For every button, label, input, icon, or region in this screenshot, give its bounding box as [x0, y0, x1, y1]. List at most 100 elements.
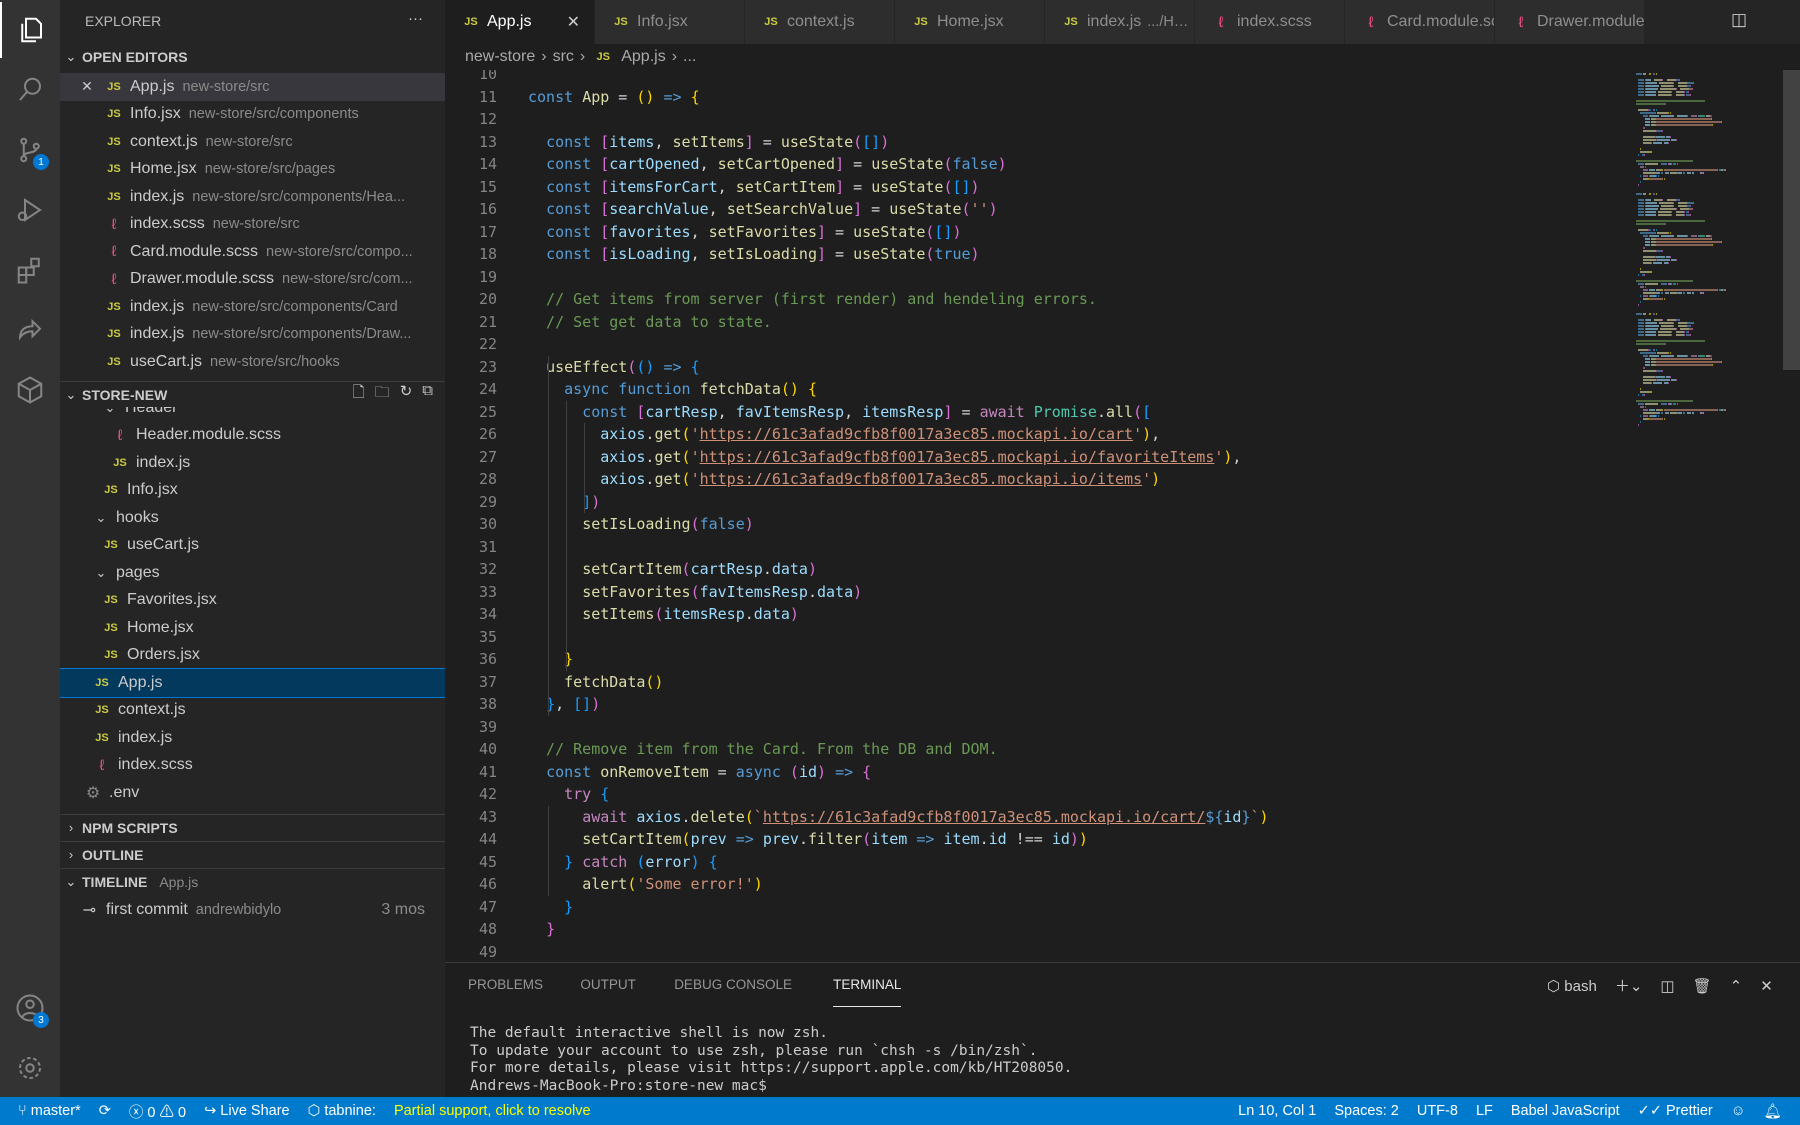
tree-file[interactable]: JS Info.jsx: [60, 477, 445, 505]
open-editor-item[interactable]: ℓ Card.module.scss new-store/src/compo...: [60, 238, 445, 266]
feedback-icon[interactable]: ☺: [1722, 1103, 1755, 1119]
tab-app-js[interactable]: JS App.js ✕: [445, 0, 595, 44]
live-share-status[interactable]: ↪ Live Share: [195, 1103, 299, 1119]
remote-explorer-icon[interactable]: [0, 362, 60, 418]
end-of-line[interactable]: LF: [1467, 1103, 1502, 1119]
cursor-position[interactable]: Ln 10, Col 1: [1229, 1103, 1325, 1119]
npm-scripts-header[interactable]: › NPM SCRIPTS: [60, 814, 445, 840]
close-icon[interactable]: ✕: [72, 78, 102, 95]
tree-folder[interactable]: ⌄ Header: [60, 407, 445, 422]
code-line[interactable]: setItems(itemsResp.data): [528, 603, 799, 626]
code-line[interactable]: alert('Some error!'): [528, 873, 763, 896]
code-line[interactable]: const [searchValue, setSearchValue] = us…: [528, 198, 998, 221]
code-line[interactable]: // Remove item from the Card. From the D…: [528, 738, 998, 761]
code-line[interactable]: // Set get data to state.: [528, 311, 772, 334]
tree-file[interactable]: JS Home.jsx: [60, 614, 445, 642]
live-share-icon[interactable]: [0, 302, 60, 358]
tab-index-scss[interactable]: ℓ index.scss: [1195, 0, 1345, 44]
breadcrumb-item[interactable]: new-store: [465, 48, 535, 66]
split-editor-icon[interactable]: ◫: [1731, 10, 1747, 40]
code-line[interactable]: }, []): [528, 693, 600, 716]
minimap[interactable]: [1636, 70, 1782, 426]
code-line[interactable]: setFavorites(favItemsResp.data): [528, 581, 862, 604]
code-line[interactable]: }: [528, 918, 555, 941]
code-line[interactable]: const onRemoveItem = async (id) => {: [528, 761, 871, 784]
close-tab-icon[interactable]: ✕: [567, 12, 580, 32]
extensions-icon[interactable]: [0, 242, 60, 298]
terminal-shell-selector[interactable]: ⬡ bash: [1547, 977, 1597, 995]
code-editor[interactable]: 10 11 const App = () => {12 13 const [items…: [445, 70, 1635, 960]
maximize-panel-icon[interactable]: ⌃: [1730, 977, 1743, 995]
code-line[interactable]: const App = () => {: [528, 86, 700, 109]
open-editor-item[interactable]: JS index.js new-store/src/components/Draw.…: [60, 321, 445, 349]
explorer-icon[interactable]: [0, 2, 60, 58]
code-line[interactable]: const [items, setItems] = useState([]): [528, 131, 889, 154]
code-line[interactable]: }: [528, 896, 573, 919]
tree-file[interactable]: ⚙ .env: [60, 779, 445, 807]
tab-drawer-module-scss[interactable]: ℓ Drawer.module.scss: [1495, 0, 1645, 44]
new-terminal-icon[interactable]: ＋⌄: [1615, 975, 1643, 996]
tree-file[interactable]: JS Favorites.jsx: [60, 587, 445, 615]
tree-file[interactable]: ℓ Header.module.scss: [60, 422, 445, 450]
code-line[interactable]: } catch (error) {: [528, 851, 718, 874]
code-line[interactable]: const [itemsForCart, setCartItem] = useS…: [528, 176, 980, 199]
notifications-icon[interactable]: 🔔︎: [1755, 1103, 1800, 1120]
open-editor-item[interactable]: JS context.js new-store/src: [60, 128, 445, 156]
panel-tab-problems[interactable]: PROBLEMS: [468, 977, 543, 1007]
prettier-status[interactable]: ✓✓ Prettier: [1629, 1103, 1722, 1119]
open-editor-item[interactable]: ✕ JS App.js new-store/src: [60, 73, 445, 101]
code-line[interactable]: ]): [528, 491, 600, 514]
code-line[interactable]: setIsLoading(false): [528, 513, 754, 536]
tree-file[interactable]: JS index.js: [60, 724, 445, 752]
code-line[interactable]: try {: [528, 783, 609, 806]
outline-header[interactable]: › OUTLINE: [60, 841, 445, 867]
code-line[interactable]: axios.get('https://61c3afad9cfb8f0017a3e…: [528, 423, 1160, 446]
open-editors-header[interactable]: ⌄ OPEN EDITORS: [60, 44, 445, 70]
project-header[interactable]: ⌄ STORE-NEW 🗋 🗀 ↻ ⧉: [60, 381, 445, 407]
code-line[interactable]: setCartItem(prev => prev.filter(item => …: [528, 828, 1088, 851]
code-line[interactable]: useEffect(() => {: [528, 356, 700, 379]
run-debug-icon[interactable]: [0, 182, 60, 238]
language-mode[interactable]: Babel JavaScript: [1502, 1103, 1629, 1119]
panel-tab-terminal[interactable]: TERMINAL: [833, 977, 902, 1007]
tree-file[interactable]: JS context.js: [60, 697, 445, 725]
tab-card-module-scss[interactable]: ℓ Card.module.scss: [1345, 0, 1495, 44]
code-line[interactable]: const [isLoading, setIsLoading] = useSta…: [528, 243, 980, 266]
code-line[interactable]: // Get items from server (first render) …: [528, 288, 1097, 311]
breadcrumb-item[interactable]: src: [553, 48, 574, 66]
tab-home-jsx[interactable]: JS Home.jsx: [895, 0, 1045, 44]
indentation[interactable]: Spaces: 2: [1325, 1103, 1408, 1119]
panel-tab-debug-console[interactable]: DEBUG CONSOLE: [674, 977, 792, 1007]
code-line[interactable]: async function fetchData() {: [528, 378, 817, 401]
tree-file[interactable]: JS index.js: [60, 449, 445, 477]
code-line[interactable]: const [cartOpened, setCartOpened] = useS…: [528, 153, 1007, 176]
open-editor-item[interactable]: JS useCart.js new-store/src/hooks: [60, 348, 445, 376]
new-file-icon[interactable]: 🗋: [353, 382, 365, 407]
tree-folder[interactable]: ⌄ pages: [60, 559, 445, 587]
code-line[interactable]: const [cartResp, favItemsResp, itemsResp…: [528, 401, 1151, 424]
sync-icon[interactable]: ⟳: [90, 1103, 120, 1119]
code-line[interactable]: await axios.delete(`https://61c3afad9cfb…: [528, 806, 1268, 829]
timeline-header[interactable]: ⌄ TIMELINE App.js: [60, 868, 445, 894]
split-terminal-icon[interactable]: ◫: [1660, 977, 1674, 995]
code-line[interactable]: setCartItem(cartResp.data): [528, 558, 817, 581]
tabnine-message[interactable]: Partial support, click to resolve: [385, 1103, 600, 1119]
tree-folder[interactable]: ⌄ hooks: [60, 504, 445, 532]
tree-file[interactable]: JS App.js: [60, 668, 445, 698]
search-icon[interactable]: [0, 62, 60, 118]
editor-scrollbar[interactable]: [1783, 70, 1800, 370]
collapse-all-icon[interactable]: ⧉: [422, 382, 433, 407]
code-line[interactable]: axios.get('https://61c3afad9cfb8f0017a3e…: [528, 468, 1160, 491]
open-editor-item[interactable]: JS Home.jsx new-store/src/pages: [60, 156, 445, 184]
tree-file[interactable]: ℓ index.scss: [60, 752, 445, 780]
open-editor-item[interactable]: JS index.js new-store/src/components/Hea..…: [60, 183, 445, 211]
tab-index-js[interactable]: JS index.js .../Header: [1045, 0, 1195, 44]
panel-tab-output[interactable]: OUTPUT: [580, 977, 636, 1007]
new-folder-icon[interactable]: 🗀: [375, 382, 390, 407]
breadcrumb-item[interactable]: App.js: [621, 48, 665, 66]
refresh-icon[interactable]: ↻: [400, 382, 413, 407]
open-editor-item[interactable]: JS index.js new-store/src/components/Card: [60, 293, 445, 321]
tab-context-js[interactable]: JS context.js: [745, 0, 895, 44]
tree-file[interactable]: JS useCart.js: [60, 532, 445, 560]
open-editor-item[interactable]: ℓ Drawer.module.scss new-store/src/com...: [60, 266, 445, 294]
